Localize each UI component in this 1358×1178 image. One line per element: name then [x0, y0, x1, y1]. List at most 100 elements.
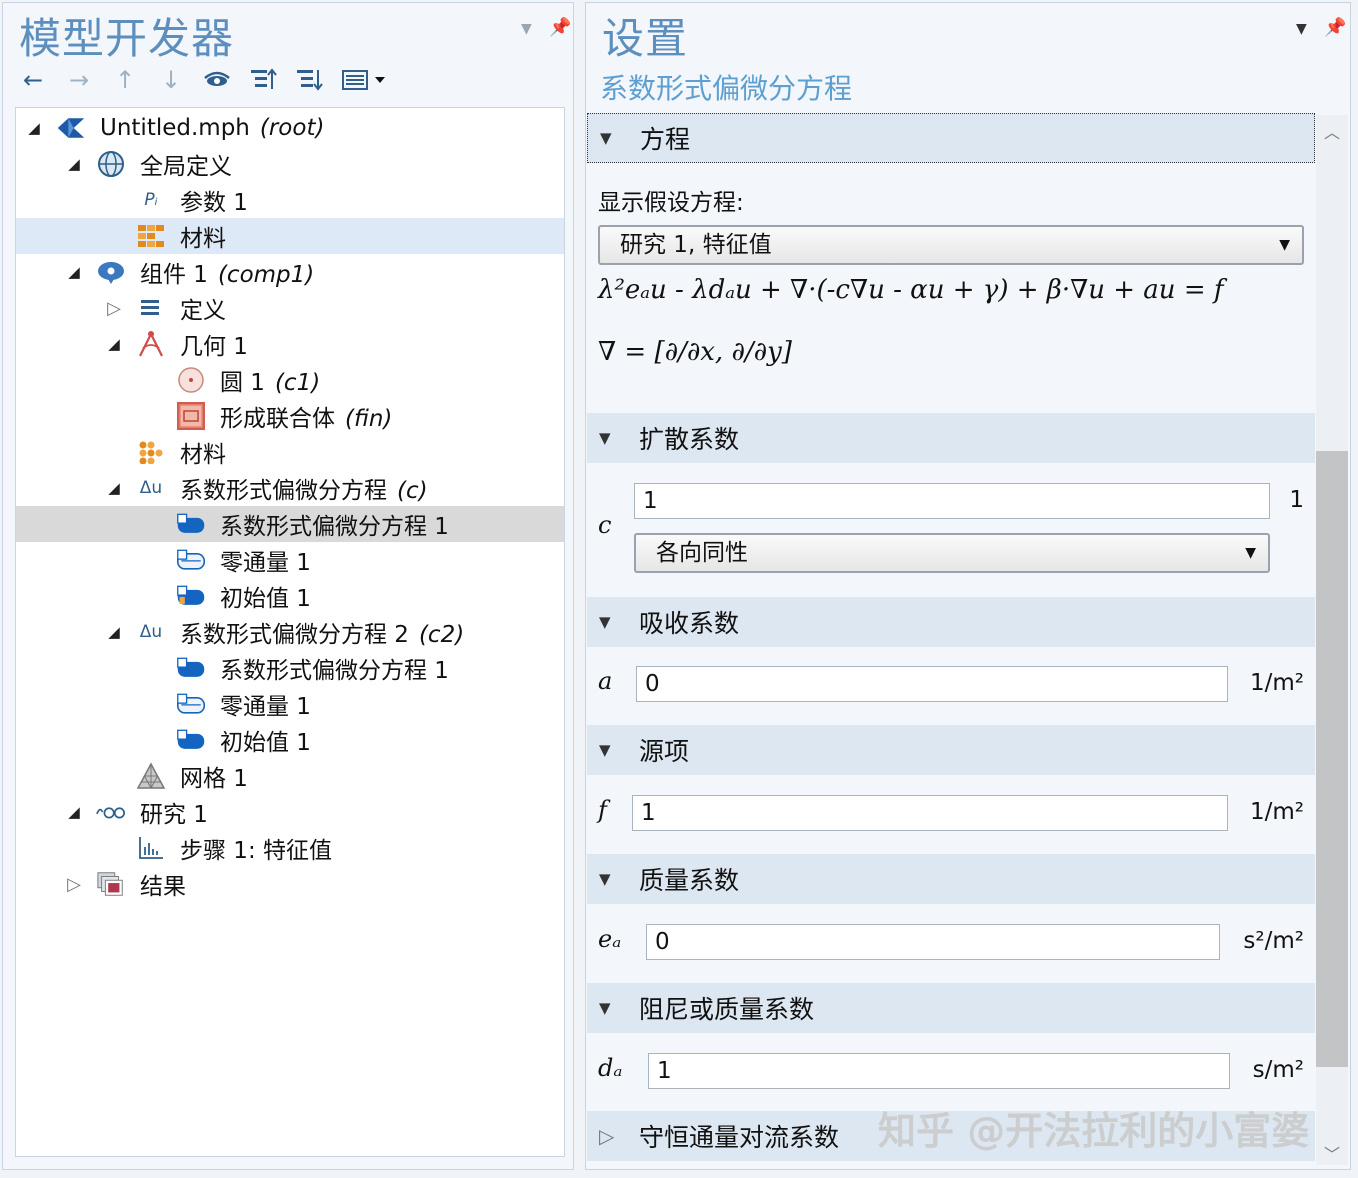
panel-title: 设置 [602, 14, 689, 63]
mass-input[interactable]: 0 [646, 924, 1220, 960]
show-eye-icon[interactable] [201, 65, 233, 95]
geometry-icon [136, 330, 166, 358]
section-equation[interactable]: ▼ 方程 [587, 113, 1315, 163]
tree-node-study[interactable]: ◢ 研究 1 [16, 794, 564, 830]
initial-values-icon [176, 726, 206, 754]
tree-node-zero-flux-2[interactable]: 零通量 1 [16, 686, 564, 722]
initial-values-icon [176, 582, 206, 610]
collapse-icon[interactable]: ▼ [599, 999, 611, 1017]
section-mass[interactable]: ▼ 质量系数 [587, 854, 1315, 904]
tree-node-definitions[interactable]: ▷ 定义 [16, 290, 564, 326]
study-select-value: 研究 1, 特征值 [620, 232, 772, 258]
tree-node-label: 初始值 1 [220, 586, 311, 612]
tree-node-results[interactable]: ▷ 结果 [16, 866, 564, 902]
pin-icon[interactable]: 📌 [549, 17, 571, 38]
forward-arrow-icon[interactable]: → [63, 65, 95, 95]
tree-node-zero-flux[interactable]: 零通量 1 [16, 542, 564, 578]
section-diffusion[interactable]: ▼ 扩散系数 [587, 413, 1315, 463]
study-select[interactable]: 研究 1, 特征值 ▼ [598, 225, 1304, 265]
mesh-icon [136, 762, 166, 790]
section-absorption[interactable]: ▼ 吸收系数 [587, 597, 1315, 647]
collapse-icon[interactable]: ◢ [104, 335, 124, 353]
tree-node-global-materials[interactable]: 材料 [16, 218, 564, 254]
collapse-icon[interactable]: ◢ [64, 263, 84, 281]
tree-node-label: 系数形式偏微分方程 1 [220, 658, 449, 684]
variable-label: eₐ [598, 925, 622, 953]
parameters-icon: Pᵢ [144, 190, 158, 210]
tree-node-component-materials[interactable]: 材料 [16, 434, 564, 470]
move-up-icon[interactable]: ↑ [109, 65, 141, 95]
tree-node-label: 初始值 1 [220, 730, 311, 756]
component-icon [96, 258, 126, 286]
collapse-icon[interactable]: ◢ [64, 155, 84, 173]
section-title: 阻尼或质量系数 [639, 995, 815, 1024]
collapse-all-icon[interactable] [293, 65, 325, 95]
circle-icon [176, 366, 206, 394]
expand-icon[interactable]: ▷ [104, 298, 124, 319]
source-input[interactable]: 1 [632, 795, 1228, 831]
back-arrow-icon[interactable]: ← [17, 65, 49, 95]
collapse-icon[interactable]: ◢ [64, 803, 84, 821]
panel-menu-icon[interactable]: ▼ [521, 21, 532, 37]
model-icon [56, 114, 86, 142]
section-source[interactable]: ▼ 源项 [587, 725, 1315, 775]
tree-node-global-definitions[interactable]: ◢ 全局定义 [16, 146, 564, 182]
collapse-icon[interactable]: ▼ [600, 129, 612, 147]
scroll-down-icon[interactable]: ﹀ [1324, 1141, 1340, 1165]
tree-node-pde[interactable]: ◢ Δu 系数形式偏微分方程 (c) [16, 470, 564, 506]
section-damping[interactable]: ▼ 阻尼或质量系数 [587, 983, 1315, 1033]
scroll-up-icon[interactable]: ︿ [1324, 119, 1340, 143]
section-title: 质量系数 [639, 866, 740, 895]
unit-label: s²/m² [1243, 928, 1304, 954]
tree-node-geometry[interactable]: ◢ 几何 1 [16, 326, 564, 362]
tree-node-mesh[interactable]: 网格 1 [16, 758, 564, 794]
tree-node-label: 圆 1 [220, 370, 265, 396]
expand-icon[interactable]: ▷ [64, 874, 84, 895]
move-down-icon[interactable]: ↓ [155, 65, 187, 95]
scrollbar-thumb[interactable] [1316, 451, 1348, 1067]
pin-icon[interactable]: 📌 [1324, 17, 1346, 38]
tree-node-label: 零通量 1 [220, 550, 311, 576]
expand-icon[interactable]: ▷ [599, 1124, 614, 1148]
nabla-definition: ∇ = [∂/∂x, ∂/∂y] [598, 337, 792, 367]
panel-menu-icon[interactable]: ▼ [1296, 21, 1307, 37]
tree-node-form-union[interactable]: 形成联合体 (fin) [16, 398, 564, 434]
tree-node-initial-values-2[interactable]: 初始值 1 [16, 722, 564, 758]
tree-node-label: 材料 [180, 442, 226, 468]
collapse-icon[interactable]: ▼ [599, 741, 611, 759]
collapse-icon[interactable]: ◢ [104, 479, 124, 497]
unit-label: 1/m² [1249, 799, 1304, 825]
collapse-icon[interactable]: ▼ [599, 429, 611, 447]
collapse-icon[interactable]: ▼ [599, 613, 611, 631]
tree-node-root[interactable]: ◢ Untitled.mph (root) [16, 110, 564, 146]
tree-node-pde-2[interactable]: ◢ Δu 系数形式偏微分方程 2 (c2) [16, 614, 564, 650]
isotropy-select[interactable]: 各向同性 ▼ [634, 533, 1270, 573]
section-title: 源项 [639, 737, 690, 766]
tree-node-parameters[interactable]: Pᵢ 参数 1 [16, 182, 564, 218]
model-tree: ◢ Untitled.mph (root) ◢ 全局定义 Pᵢ 参数 1 材料 [15, 107, 565, 1157]
collapse-icon[interactable]: ◢ [24, 119, 44, 137]
vertical-scrollbar[interactable]: ︿ ﹀ [1316, 115, 1348, 1165]
tree-node-pde-feature[interactable]: 系数形式偏微分方程 1 [16, 506, 564, 542]
tree-node-step[interactable]: 步骤 1: 特征值 [16, 830, 564, 866]
tree-node-pde-2-feature[interactable]: 系数形式偏微分方程 1 [16, 650, 564, 686]
damping-input[interactable]: 1 [648, 1053, 1230, 1089]
diffusion-input[interactable]: 1 [634, 483, 1270, 519]
pde-icon: Δu [139, 622, 163, 642]
absorption-input[interactable]: 0 [636, 666, 1228, 702]
domain-feature-icon [176, 654, 206, 682]
expand-all-icon[interactable] [247, 65, 279, 95]
list-view-icon[interactable] [339, 65, 389, 95]
collapse-icon[interactable]: ▼ [599, 870, 611, 888]
tree-node-label: 系数形式偏微分方程 2 [180, 622, 409, 648]
form-union-icon [176, 402, 206, 430]
equation-display: λ²eₐu - λdₐu + ∇·(-c∇u - αu + γ) + β·∇u … [598, 275, 1224, 305]
chevron-down-icon: ▼ [1245, 545, 1256, 561]
tree-node-label: 参数 1 [180, 190, 248, 216]
tree-node-label: 网格 1 [180, 766, 248, 792]
tree-node-component[interactable]: ◢ 组件 1 (comp1) [16, 254, 564, 290]
tree-node-initial-values[interactable]: 初始值 1 [16, 578, 564, 614]
tree-node-label: 零通量 1 [220, 694, 311, 720]
tree-node-circle[interactable]: 圆 1 (c1) [16, 362, 564, 398]
collapse-icon[interactable]: ◢ [104, 623, 124, 641]
